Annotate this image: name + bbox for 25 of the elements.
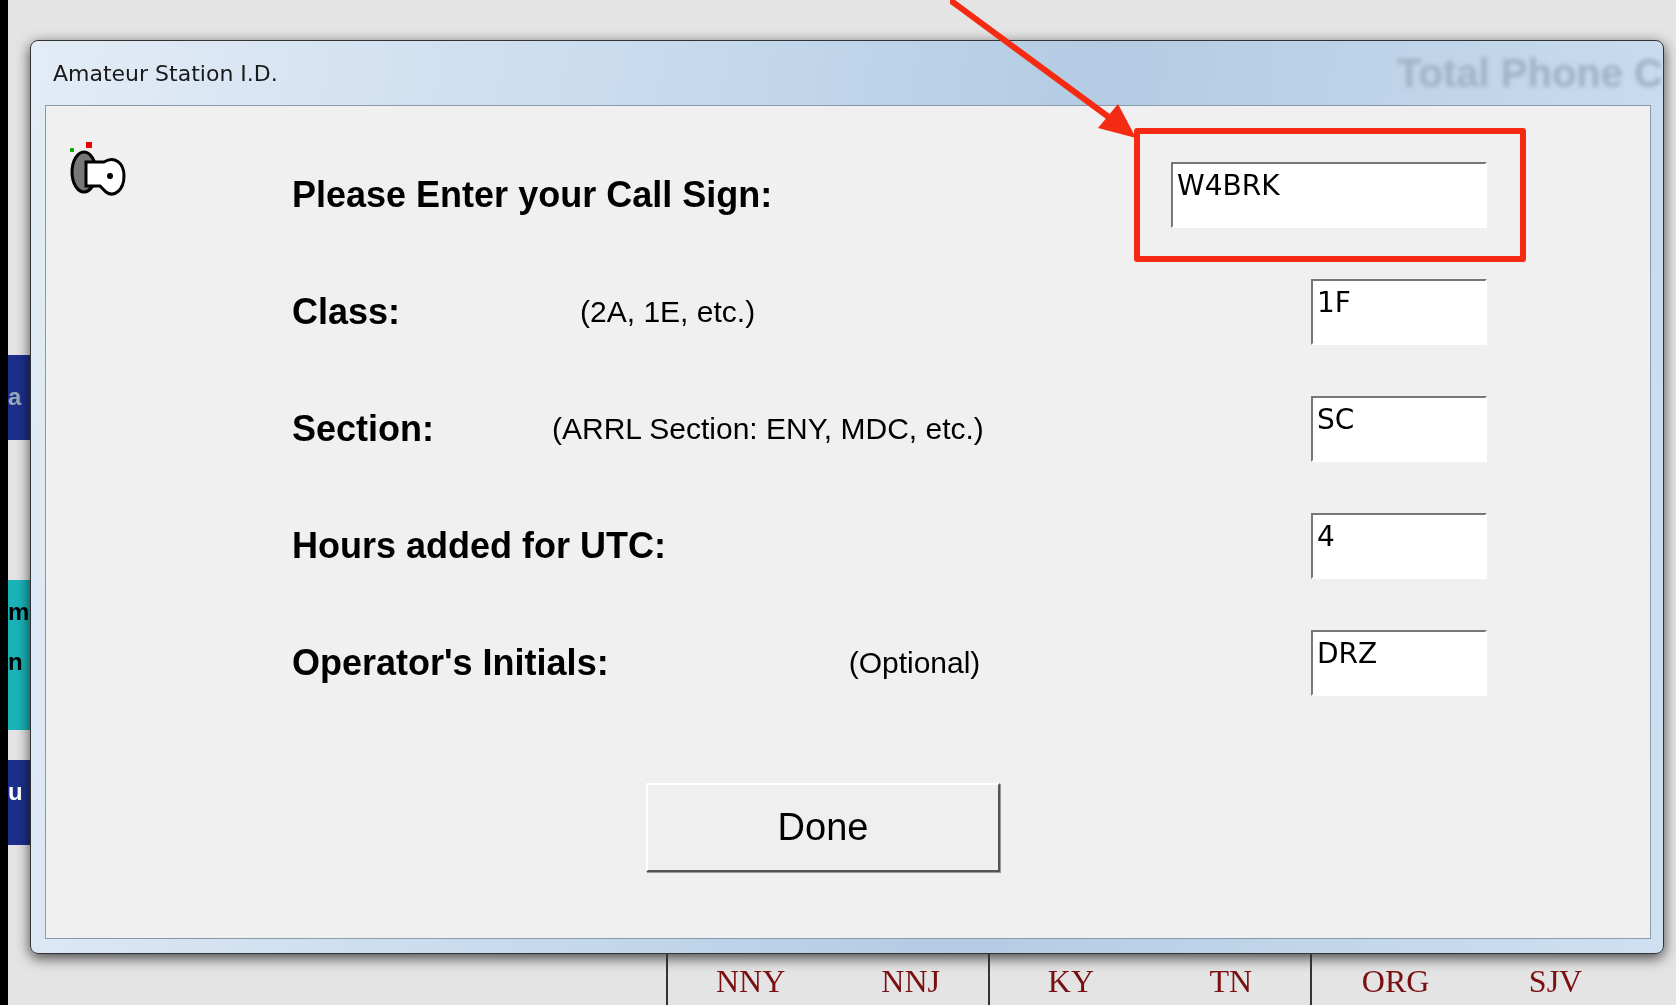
section-code: ORG bbox=[1361, 963, 1430, 1000]
field-label: Please Enter your Call Sign: bbox=[292, 173, 773, 216]
field-hint: (Optional) bbox=[848, 645, 981, 680]
input-field[interactable]: DRZ bbox=[1311, 629, 1487, 696]
window-title: Amateur Station I.D. bbox=[52, 60, 278, 86]
input-field[interactable]: SC bbox=[1311, 395, 1487, 462]
input-field[interactable]: W4BRK bbox=[1171, 161, 1487, 228]
field-hint: (2A, 1E, etc.) bbox=[580, 294, 756, 329]
background-text-fragment: u bbox=[8, 760, 30, 845]
background-text-fragment: n bbox=[8, 650, 30, 730]
section-code: SJV bbox=[1528, 963, 1583, 1000]
section-code: NNY bbox=[716, 963, 786, 1000]
field-label: Operator's Initials: bbox=[292, 641, 609, 684]
section-code: NNJ bbox=[881, 963, 940, 1000]
input-field[interactable]: 4 bbox=[1311, 512, 1487, 579]
field-label: Hours added for UTC: bbox=[292, 524, 666, 567]
done-button[interactable]: Done bbox=[646, 783, 1000, 872]
background-text-fragment: a bbox=[8, 355, 30, 440]
background-text-fragment: m bbox=[8, 580, 30, 650]
field-hint: (ARRL Section: ENY, MDC, etc.) bbox=[552, 411, 984, 446]
input-field[interactable]: 1F bbox=[1311, 278, 1487, 345]
section-code: TN bbox=[1209, 963, 1253, 1000]
field-label: Section: bbox=[292, 407, 434, 450]
field-label: Class: bbox=[292, 290, 401, 333]
section-code: KY bbox=[1047, 963, 1094, 1000]
